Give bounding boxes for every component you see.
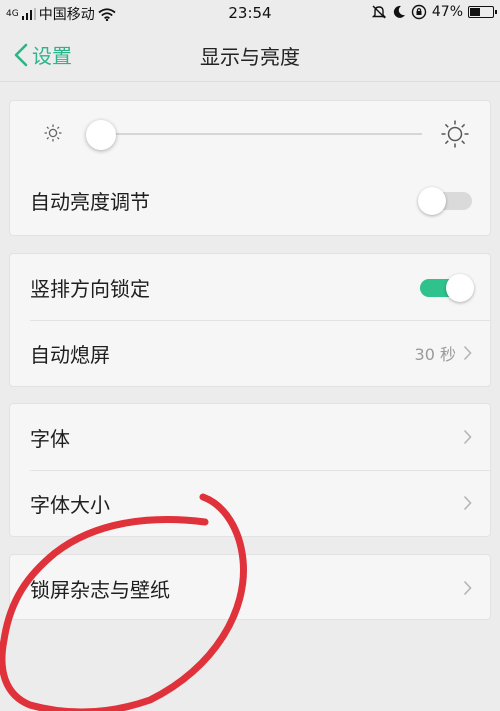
chevron-right-icon (463, 345, 472, 361)
sun-bright-icon (441, 120, 469, 148)
auto-sleep-row[interactable]: 自动熄屏 30 秒 (10, 320, 490, 386)
chevron-right-icon (463, 429, 472, 445)
auto-brightness-row[interactable]: 自动亮度调节 (10, 167, 490, 233)
rotation-lock-label: 竖排方向锁定 (30, 276, 150, 301)
sun-dim-icon (44, 124, 62, 142)
brightness-slider-row (10, 101, 490, 167)
brightness-slider-track[interactable] (110, 133, 422, 135)
status-bar: 4G 中国移动 23:54 47% (0, 0, 500, 26)
lockscreen-card: 锁屏杂志与壁纸 (9, 554, 491, 620)
rotation-lock-row[interactable]: 竖排方向锁定 (10, 254, 490, 320)
page-title: 显示与亮度 (200, 45, 300, 69)
font-row[interactable]: 字体 (10, 404, 490, 470)
chevron-right-icon (463, 580, 472, 596)
battery-icon (468, 6, 497, 18)
font-size-row[interactable]: 字体大小 (10, 470, 490, 536)
brightness-card: 自动亮度调节 (9, 100, 491, 236)
auto-brightness-toggle[interactable] (418, 186, 474, 215)
nav-bar: 设置 显示与亮度 (0, 26, 500, 82)
font-card: 字体 字体大小 (9, 403, 491, 537)
auto-sleep-label: 自动熄屏 (30, 342, 110, 367)
font-size-label: 字体大小 (30, 492, 110, 517)
status-right: 47% (371, 4, 497, 20)
mute-bell-icon (371, 5, 387, 19)
brightness-slider-thumb[interactable] (86, 120, 116, 150)
font-label: 字体 (30, 426, 70, 451)
auto-brightness-label: 自动亮度调节 (30, 189, 150, 214)
orientation-card: 竖排方向锁定 自动熄屏 30 秒 (9, 253, 491, 387)
lockscreen-wallpaper-row[interactable]: 锁屏杂志与壁纸 (10, 555, 490, 621)
battery-percent: 47% (431, 4, 463, 20)
chevron-right-icon (463, 495, 472, 511)
lockscreen-wallpaper-label: 锁屏杂志与壁纸 (30, 577, 170, 602)
auto-sleep-value: 30 秒 (414, 345, 456, 364)
moon-icon (393, 5, 405, 18)
rotation-lock-toggle[interactable] (418, 273, 474, 302)
rotation-lock-icon (411, 4, 427, 20)
